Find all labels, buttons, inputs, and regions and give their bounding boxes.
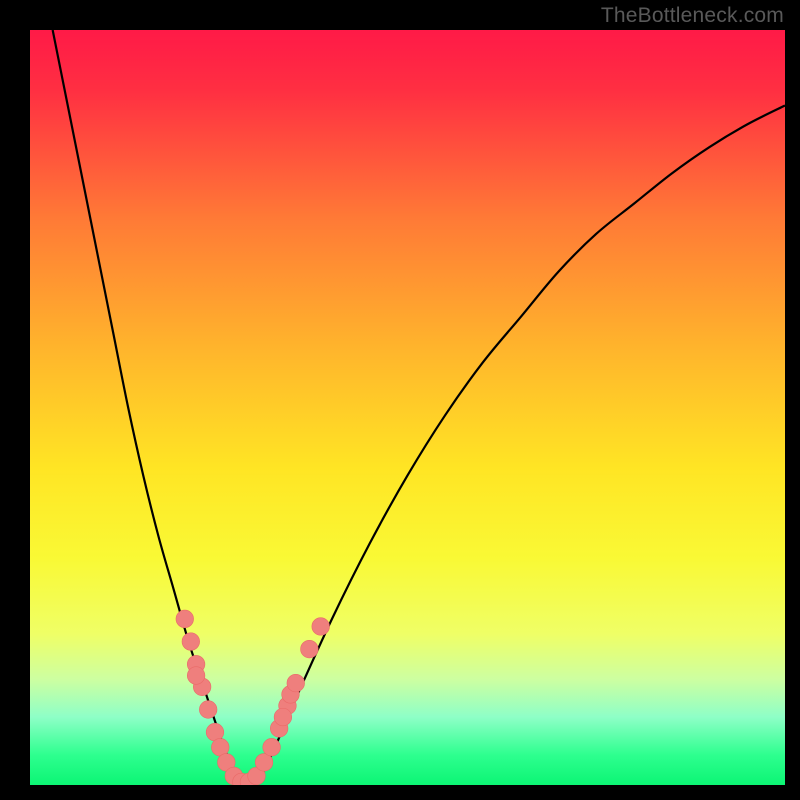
anomaly-marker xyxy=(287,674,305,692)
curve-layer xyxy=(30,30,785,785)
anomaly-marker xyxy=(182,633,200,651)
anomaly-marker xyxy=(312,618,330,636)
anomaly-markers xyxy=(176,610,330,785)
watermark-text: TheBottleneck.com xyxy=(601,4,784,28)
anomaly-marker xyxy=(263,738,281,756)
anomaly-marker xyxy=(187,667,205,685)
anomaly-marker xyxy=(274,708,292,726)
anomaly-marker xyxy=(176,610,194,628)
anomaly-marker xyxy=(199,701,217,719)
bottleneck-curve xyxy=(53,30,785,784)
chart-frame: TheBottleneck.com xyxy=(0,0,800,800)
plot-area xyxy=(30,30,785,785)
anomaly-marker xyxy=(301,640,319,658)
